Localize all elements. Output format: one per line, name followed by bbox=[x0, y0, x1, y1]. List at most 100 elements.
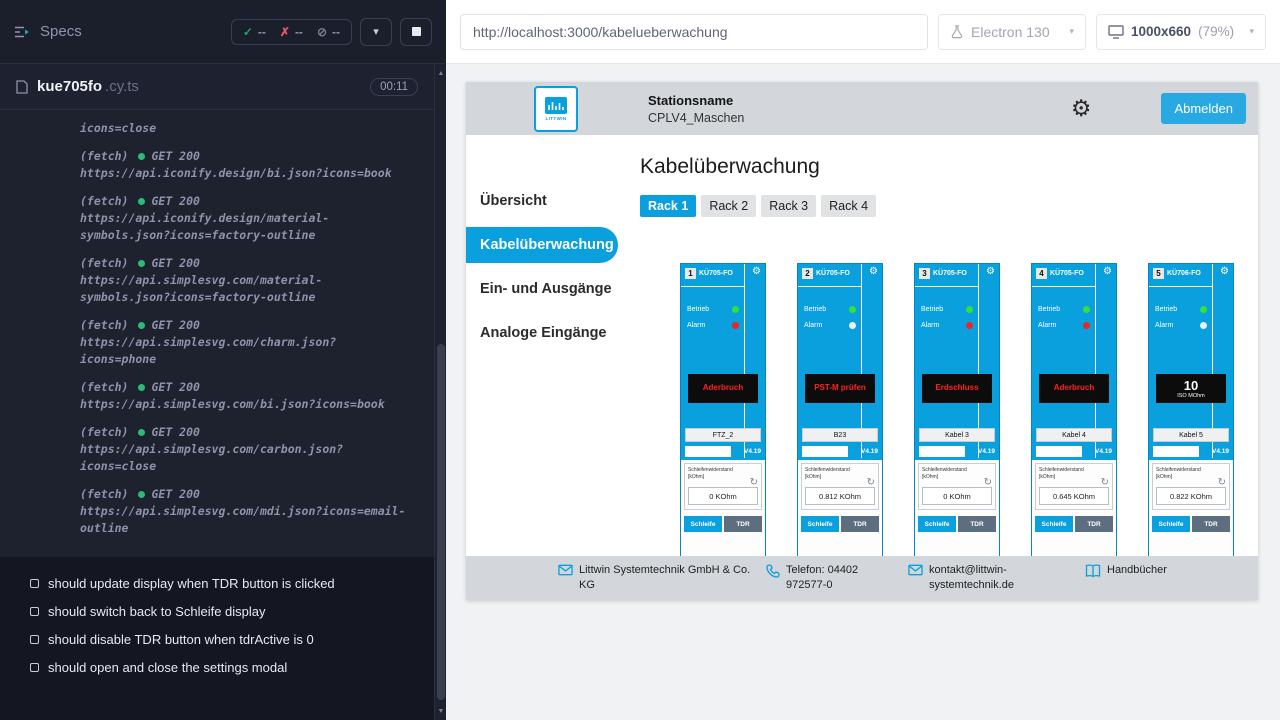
schleife-button[interactable]: Schleife bbox=[918, 516, 956, 532]
stat-passed: ✓-- bbox=[243, 25, 266, 39]
stop-button[interactable] bbox=[400, 18, 432, 46]
card-buttons: SchleifeTDR bbox=[684, 516, 762, 532]
status-code: GET 200 bbox=[151, 255, 199, 272]
divider bbox=[1032, 286, 1096, 287]
card-buttons: SchleifeTDR bbox=[801, 516, 879, 532]
measurement-box: Schleifenwiderstand [kOhm]↻0 KOhm bbox=[684, 463, 762, 510]
footer-text: Telefon: 04402 972577-0 bbox=[786, 563, 896, 593]
logout-button[interactable]: Abmelden bbox=[1161, 93, 1246, 124]
log-entry[interactable]: (fetch)GET 200https://api.simplesvg.com/… bbox=[80, 424, 406, 475]
spec-extension: .cy.ts bbox=[105, 78, 139, 95]
firmware-version: V4.19 bbox=[1095, 448, 1112, 455]
schleife-button[interactable]: Schleife bbox=[1035, 516, 1073, 532]
betrieb-led bbox=[1083, 306, 1090, 313]
sidebar-item[interactable]: Kabelüberwachung bbox=[466, 227, 618, 263]
card-gear-icon[interactable]: ⚙ bbox=[752, 265, 761, 279]
card-gear-icon[interactable]: ⚙ bbox=[986, 265, 995, 279]
test-item[interactable]: should update display when TDR button is… bbox=[0, 569, 434, 597]
cable-name: B23 bbox=[802, 428, 878, 442]
tdr-button[interactable]: TDR bbox=[958, 516, 996, 532]
measurement-value: 0 KOhm bbox=[922, 487, 992, 505]
rack-tab[interactable]: Rack 4 bbox=[821, 195, 876, 217]
tdr-button[interactable]: TDR bbox=[841, 516, 879, 532]
card-gear-icon[interactable]: ⚙ bbox=[1103, 265, 1112, 279]
footer-item[interactable]: kontakt@littwin-systemtechnik.de bbox=[908, 563, 1073, 594]
schleife-button[interactable]: Schleife bbox=[684, 516, 722, 532]
tdr-button[interactable]: TDR bbox=[724, 516, 762, 532]
scrollbar-thumb[interactable] bbox=[437, 344, 445, 700]
log-entry[interactable]: (fetch)GET 200https://api.iconify.design… bbox=[80, 148, 406, 182]
measurement-label: Schleifenwiderstand [kOhm] bbox=[688, 467, 758, 480]
rack-tab[interactable]: Rack 1 bbox=[640, 195, 696, 217]
alarm-label: Alarm bbox=[921, 322, 939, 329]
log-entry[interactable]: (fetch)GET 200https://api.iconify.design… bbox=[80, 193, 406, 244]
divider bbox=[798, 286, 862, 287]
rack-tab[interactable]: Rack 2 bbox=[701, 195, 756, 217]
betrieb-row: Betrieb bbox=[1038, 306, 1090, 313]
circle-slash-icon: ⊘ bbox=[317, 25, 327, 39]
log-head: (fetch)GET 200 bbox=[80, 148, 406, 165]
log-entry[interactable]: (fetch)GET 200https://api.simplesvg.com/… bbox=[80, 317, 406, 368]
log-head: (fetch)GET 200 bbox=[80, 255, 406, 272]
schleife-button[interactable]: Schleife bbox=[1152, 516, 1190, 532]
settings-gear-icon[interactable]: ⚙ bbox=[1071, 97, 1092, 120]
measurement-box: Schleifenwiderstand [kOhm]↻0.645 KOhm bbox=[1035, 463, 1113, 510]
log-head: (fetch)GET 200 bbox=[80, 317, 406, 334]
test-item[interactable]: should disable TDR button when tdrActive… bbox=[0, 625, 434, 653]
test-stats[interactable]: ✓-- ✗-- ⊘-- bbox=[231, 19, 352, 45]
device-card: 5KÜ706-FO⚙BetriebAlarm10ISO MOhmKabel 5V… bbox=[1148, 263, 1234, 575]
specs-button[interactable]: Specs bbox=[14, 23, 82, 40]
browser-name: Electron 130 bbox=[971, 24, 1050, 40]
betrieb-led bbox=[966, 306, 973, 313]
footer-item: Telefon: 04402 972577-0 bbox=[766, 563, 896, 594]
alarm-label: Alarm bbox=[804, 322, 822, 329]
test-item[interactable]: should switch back to Schleife display bbox=[0, 597, 434, 625]
test-list: should update display when TDR button is… bbox=[0, 557, 434, 720]
rack-tab[interactable]: Rack 3 bbox=[761, 195, 816, 217]
test-checkbox-icon bbox=[30, 579, 39, 588]
footer-item[interactable]: Handbücher bbox=[1085, 563, 1167, 594]
refresh-icon[interactable]: ↻ bbox=[1218, 478, 1226, 488]
status-value: 10 bbox=[1184, 379, 1198, 392]
viewport-select[interactable]: 1000x660 (79%) ▾ bbox=[1096, 14, 1266, 50]
spec-name: kue705fo bbox=[37, 78, 102, 95]
url-input[interactable] bbox=[460, 14, 928, 50]
sidebar-item[interactable]: Übersicht bbox=[466, 183, 638, 219]
scroll-up-icon[interactable]: ▲ bbox=[435, 66, 447, 80]
refresh-icon[interactable]: ↻ bbox=[867, 478, 875, 488]
cable-name: Kabel 4 bbox=[1036, 428, 1112, 442]
refresh-icon[interactable]: ↻ bbox=[984, 478, 992, 488]
footer-item: Littwin Systemtechnik GmbH & Co. KG bbox=[558, 563, 754, 594]
version-bar bbox=[685, 446, 731, 457]
sidebar-item[interactable]: Ein- und Ausgänge bbox=[466, 271, 638, 307]
viewport-icon bbox=[1108, 25, 1124, 39]
version-row: V4.19 bbox=[802, 445, 878, 457]
book-icon bbox=[1085, 564, 1101, 578]
status-dot-icon bbox=[138, 260, 145, 267]
refresh-icon[interactable]: ↻ bbox=[750, 478, 758, 488]
tdr-button[interactable]: TDR bbox=[1192, 516, 1230, 532]
log-entry[interactable]: (fetch)GET 200https://api.simplesvg.com/… bbox=[80, 486, 406, 537]
test-item[interactable]: should open and close the settings modal bbox=[0, 653, 434, 681]
reporter-scrollbar[interactable]: ▲ ▼ bbox=[434, 64, 446, 720]
collapse-button[interactable]: ▾ bbox=[360, 18, 392, 46]
scroll-down-icon[interactable]: ▼ bbox=[435, 704, 447, 718]
tdr-button[interactable]: TDR bbox=[1075, 516, 1113, 532]
schleife-button[interactable]: Schleife bbox=[801, 516, 839, 532]
browser-select[interactable]: Electron 130 ▾ bbox=[938, 14, 1086, 50]
sidebar-item[interactable]: Analoge Eingänge bbox=[466, 315, 638, 351]
status-dot-icon bbox=[138, 198, 145, 205]
flask-icon bbox=[950, 24, 964, 39]
card-gear-icon[interactable]: ⚙ bbox=[1220, 265, 1229, 279]
log-entry[interactable]: (fetch)GET 200https://api.simplesvg.com/… bbox=[80, 255, 406, 306]
refresh-icon[interactable]: ↻ bbox=[1101, 478, 1109, 488]
betrieb-label: Betrieb bbox=[921, 306, 943, 313]
request-url: https://api.simplesvg.com/mdi.json?icons… bbox=[80, 503, 406, 537]
status-code: GET 200 bbox=[151, 379, 199, 396]
log-entry[interactable]: (fetch)GET 200https://api.simplesvg.com/… bbox=[80, 379, 406, 413]
log-entry[interactable]: icons=close bbox=[80, 120, 406, 137]
card-gear-icon[interactable]: ⚙ bbox=[869, 265, 878, 279]
status-text: Erdschluss bbox=[935, 384, 978, 393]
alarm-label: Alarm bbox=[1038, 322, 1056, 329]
cable-name: FTZ_2 bbox=[685, 428, 761, 442]
